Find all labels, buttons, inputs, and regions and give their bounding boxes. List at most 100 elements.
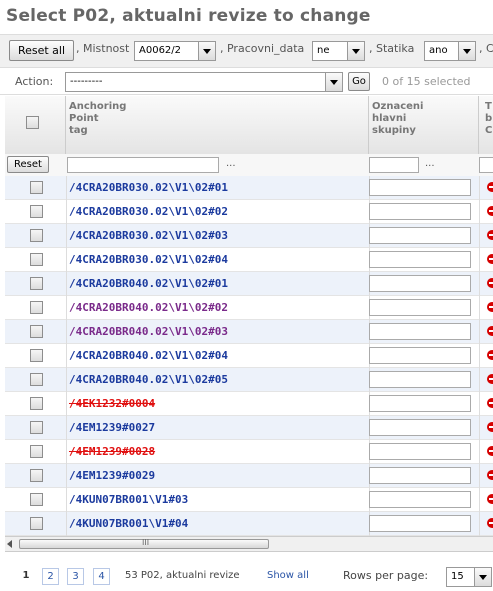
delete-icon[interactable]	[487, 494, 493, 504]
column-divider	[479, 296, 480, 320]
delete-icon[interactable]	[487, 422, 493, 432]
anchoring-point-tag-link[interactable]: /4CRA20BR040.02\V1\02#03	[69, 325, 228, 338]
row-select-checkbox[interactable]	[30, 373, 43, 386]
delete-icon[interactable]	[487, 446, 493, 456]
oznaceni-input[interactable]	[369, 251, 471, 268]
row-select-checkbox[interactable]	[30, 397, 43, 410]
oznaceni-input[interactable]	[369, 299, 471, 316]
row-select-checkbox[interactable]	[30, 277, 43, 290]
row-select-checkbox[interactable]	[30, 493, 43, 506]
delete-icon[interactable]	[487, 230, 493, 240]
action-select[interactable]: ---------	[65, 72, 343, 92]
row-select-checkbox[interactable]	[30, 181, 43, 194]
oznaceni-input[interactable]	[369, 491, 471, 508]
oznaceni-input[interactable]	[369, 395, 471, 412]
delete-icon[interactable]	[487, 254, 493, 264]
column-divider	[479, 416, 480, 440]
oznaceni-input[interactable]	[369, 203, 471, 220]
chevron-down-icon	[325, 73, 342, 91]
oznaceni-input[interactable]	[369, 515, 471, 532]
rows-per-page-select[interactable]: 15	[446, 567, 492, 587]
chevron-down-icon	[474, 568, 491, 586]
row-select-checkbox[interactable]	[30, 469, 43, 482]
delete-icon[interactable]	[487, 518, 493, 528]
anchoring-point-tag-link[interactable]: /4CRA20BR030.02\V1\02#01	[69, 181, 228, 194]
delete-icon[interactable]	[487, 278, 493, 288]
statika-select[interactable]: ano	[424, 41, 476, 61]
anchoring-point-tag-link[interactable]: /4CRA20BR030.02\V1\02#02	[69, 205, 228, 218]
column-divider	[66, 416, 67, 440]
column-divider	[479, 176, 480, 200]
reset-all-button[interactable]: Reset all	[9, 40, 74, 61]
anchoring-point-tag-link[interactable]: /4KUN07BR001\V1#04	[69, 517, 188, 530]
anchoring-point-tag-link[interactable]: /4CRA20BR030.02\V1\02#04	[69, 253, 228, 266]
delete-icon[interactable]	[487, 470, 493, 480]
pracovni-data-select[interactable]: ne	[312, 41, 365, 61]
next-column-filter-input[interactable]	[479, 157, 493, 173]
horizontal-scrollbar[interactable]: III	[5, 536, 493, 552]
column-divider	[479, 272, 480, 296]
oznaceni-input[interactable]	[369, 179, 471, 196]
header-anchoring-point-tag[interactable]: Anchoring Point tag	[66, 96, 369, 154]
column-divider	[66, 368, 67, 392]
page-link-3[interactable]: 3	[67, 568, 84, 585]
delete-icon[interactable]	[487, 350, 493, 360]
results-table: Anchoring Point tag Oznaceni hlavni skup…	[5, 96, 493, 536]
rows-per-page-value: 15	[451, 571, 464, 582]
row-select-checkbox[interactable]	[30, 325, 43, 338]
delete-icon[interactable]	[487, 206, 493, 216]
go-button[interactable]: Go	[348, 72, 370, 91]
oznaceni-input[interactable]	[369, 275, 471, 292]
oznaceni-input[interactable]	[369, 443, 471, 460]
page-link-4[interactable]: 4	[93, 568, 110, 585]
row-select-checkbox[interactable]	[30, 517, 43, 530]
page-link-2[interactable]: 2	[42, 568, 59, 585]
next-column-heading: T b C	[485, 101, 493, 136]
header-next-column[interactable]: T b C	[479, 96, 493, 154]
column-divider	[66, 488, 67, 512]
row-select-checkbox[interactable]	[30, 349, 43, 362]
row-select-checkbox[interactable]	[30, 445, 43, 458]
anchoring-point-tag-link[interactable]: /4KUN07BR001\V1#03	[69, 493, 188, 506]
anchoring-point-tag-link[interactable]: /4CRA20BR040.02\V1\02#05	[69, 373, 228, 386]
table-row: /4CRA20BR030.02\V1\02#02	[5, 200, 493, 224]
delete-icon[interactable]	[487, 302, 493, 312]
row-select-checkbox[interactable]	[30, 301, 43, 314]
anchoring-point-tag-link[interactable]: /4CRA20BR040.02\V1\02#01	[69, 277, 228, 290]
oznaceni-input[interactable]	[369, 467, 471, 484]
reset-filter-button[interactable]: Reset	[7, 156, 49, 173]
anchoring-point-tag-link[interactable]: /4EM1239#0027	[69, 421, 155, 434]
column-divider	[66, 320, 67, 344]
delete-icon[interactable]	[487, 374, 493, 384]
column-divider	[66, 296, 67, 320]
oznaceni-input[interactable]	[369, 227, 471, 244]
header-oznaceni-hlavni-skupiny[interactable]: Oznaceni hlavni skupiny	[369, 96, 479, 154]
scroll-left-icon[interactable]	[7, 540, 12, 548]
anchoring-tag-filter-more[interactable]: ...	[226, 158, 236, 169]
oznaceni-filter-input[interactable]	[369, 157, 419, 173]
row-select-checkbox[interactable]	[30, 253, 43, 266]
anchoring-tag-filter-input[interactable]	[67, 157, 219, 173]
select-all-checkbox[interactable]	[26, 116, 39, 129]
oznaceni-input[interactable]	[369, 347, 471, 364]
oznaceni-input[interactable]	[369, 371, 471, 388]
anchoring-point-tag-link[interactable]: /4EK1232#0004	[69, 397, 155, 410]
anchoring-point-tag-link[interactable]: /4EM1239#0029	[69, 469, 155, 482]
delete-icon[interactable]	[487, 182, 493, 192]
row-select-checkbox[interactable]	[30, 229, 43, 242]
anchoring-point-tag-link[interactable]: /4CRA20BR030.02\V1\02#03	[69, 229, 228, 242]
oznaceni-input[interactable]	[369, 323, 471, 340]
anchoring-point-tag-link[interactable]: /4CRA20BR040.02\V1\02#04	[69, 349, 228, 362]
row-select-checkbox[interactable]	[30, 205, 43, 218]
anchoring-point-tag-link[interactable]: /4EM1239#0028	[69, 445, 155, 458]
anchoring-point-tag-link[interactable]: /4CRA20BR040.02\V1\02#02	[69, 301, 228, 314]
oznaceni-input[interactable]	[369, 419, 471, 436]
show-all-link[interactable]: Show all	[267, 570, 309, 581]
mistnost-select[interactable]: A0062/2	[134, 41, 216, 61]
delete-icon[interactable]	[487, 398, 493, 408]
delete-icon[interactable]	[487, 326, 493, 336]
row-select-checkbox[interactable]	[30, 421, 43, 434]
oznaceni-filter-more[interactable]: ...	[425, 158, 435, 169]
scrollbar-thumb[interactable]: III	[19, 538, 269, 549]
scrollbar-grip: III	[142, 538, 150, 547]
